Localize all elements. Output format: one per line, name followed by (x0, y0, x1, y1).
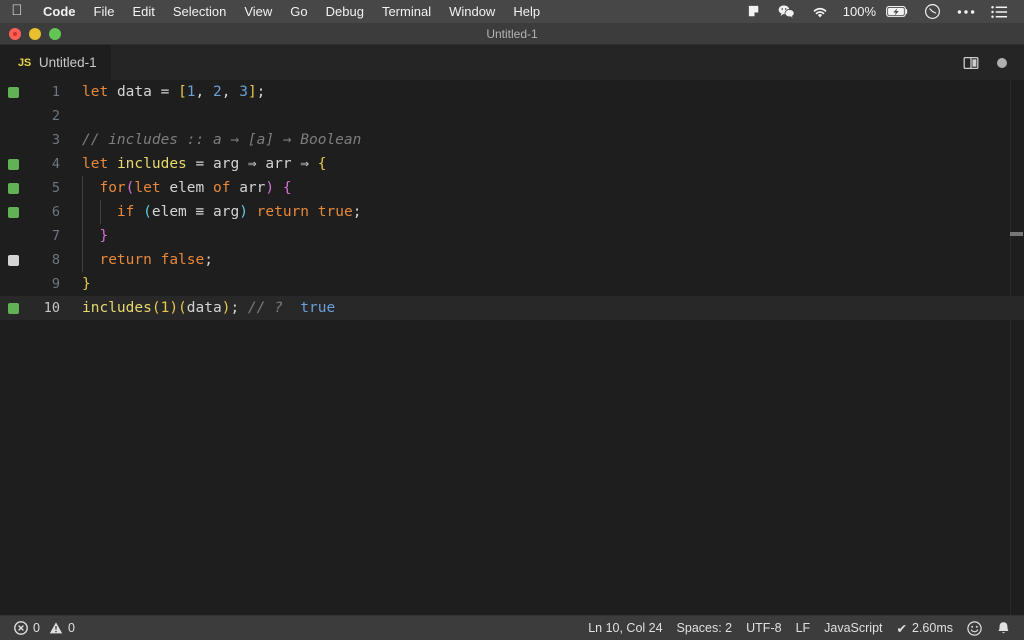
ellipsis-icon[interactable] (949, 0, 983, 23)
list-icon[interactable] (983, 0, 1016, 23)
menu-item-edit[interactable]: Edit (123, 0, 163, 23)
quokka-runtime: 2.60ms (912, 621, 953, 635)
menu-item-selection[interactable]: Selection (164, 0, 235, 23)
line-number-6: 6 (51, 204, 60, 220)
code-line-9[interactable]: 9 } (0, 272, 1024, 296)
code-text-10: includes(1)(data); // ? true (82, 300, 336, 316)
code-text-5: for(let elem of arr) { (99, 180, 292, 196)
line-number-2: 2 (51, 108, 60, 124)
menu-item-code[interactable]: Code (34, 0, 85, 23)
code-text-8: return false; (99, 252, 213, 268)
quokka-status[interactable]: ✔ 2.60ms (890, 616, 960, 640)
breakpoint-marker-on (7, 158, 19, 170)
code-line-2[interactable]: 2 (0, 104, 1024, 128)
status-bar: 0 0 Ln 10, Col 24 Spaces: 2 UTF-8 LF Jav… (0, 615, 1024, 640)
apple-icon[interactable]:  (0, 3, 34, 20)
error-circle-icon (14, 621, 28, 635)
code-text-7: } (99, 228, 109, 244)
breakpoint-gutter-1[interactable] (0, 86, 26, 98)
warning-triangle-icon (49, 621, 63, 635)
code-text-4: let includes = arg ⇒ arr ⇒ { (82, 156, 327, 172)
status-bar-left: 0 0 (0, 616, 82, 640)
window-title-bar: Untitled-1 (0, 23, 1024, 45)
line-number-7: 7 (51, 228, 60, 244)
battery-charging-icon[interactable] (878, 0, 916, 23)
zoom-button[interactable] (49, 27, 61, 40)
clock-icon[interactable] (916, 0, 949, 23)
breakpoint-marker-on (7, 302, 19, 314)
line-number-9: 9 (51, 276, 60, 292)
traffic-lights (0, 27, 61, 40)
split-editor-icon[interactable] (963, 55, 979, 71)
breakpoint-marker-on (7, 182, 19, 194)
eol-setting[interactable]: LF (789, 616, 818, 640)
error-count: 0 (33, 621, 40, 635)
javascript-file-icon: JS (18, 56, 31, 69)
battery-percentage: 100% (842, 4, 876, 19)
line-number-1: 1 (51, 84, 60, 100)
breakpoint-gutter-6[interactable] (0, 206, 26, 218)
code-line-6[interactable]: 6 if (elem ≡ arg) return true; (0, 200, 1024, 224)
status-bar-right: Ln 10, Col 24 Spaces: 2 UTF-8 LF JavaScr… (581, 616, 1024, 640)
tabbar-empty-area (111, 45, 963, 80)
line-number-3: 3 (51, 132, 60, 148)
code-line-1[interactable]: 1 let data = [1, 2, 3]; (0, 80, 1024, 104)
minimize-button[interactable] (29, 27, 41, 40)
line-number-4: 4 (51, 156, 60, 172)
code-line-5[interactable]: 5 for(let elem of arr) { (0, 176, 1024, 200)
code-editor[interactable]: 1 let data = [1, 2, 3]; 2 3 // includes … (0, 80, 1024, 615)
line-number-5: 5 (51, 180, 60, 196)
menu-item-terminal[interactable]: Terminal (373, 0, 440, 23)
bell-icon[interactable] (989, 616, 1018, 640)
editor-scrollbar[interactable] (1010, 80, 1024, 615)
macos-menu-bar:  Code File Edit Selection View Go Debug… (0, 0, 1024, 23)
menu-item-help[interactable]: Help (504, 0, 549, 23)
code-line-10[interactable]: 10 includes(1)(data); // ? true (0, 296, 1024, 320)
tab-label: Untitled-1 (38, 55, 97, 70)
code-line-4[interactable]: 4 let includes = arg ⇒ arr ⇒ { (0, 152, 1024, 176)
breakpoint-marker-on (7, 86, 19, 98)
menu-item-go[interactable]: Go (281, 0, 316, 23)
code-text-6: if (elem ≡ arg) return true; (116, 204, 362, 220)
wifi-icon[interactable] (803, 0, 837, 23)
code-line-3[interactable]: 3 // includes :: a → [a] → Boolean (0, 128, 1024, 152)
code-text-1: let data = [1, 2, 3]; (82, 84, 266, 100)
indentation-setting[interactable]: Spaces: 2 (670, 616, 740, 640)
close-button[interactable] (9, 27, 21, 40)
menubar-tray: 100% (739, 0, 1016, 23)
editor-tab-bar: JS Untitled-1 (0, 45, 1024, 80)
code-line-7[interactable]: 7 } (0, 224, 1024, 248)
wechat-icon[interactable] (770, 0, 803, 23)
menu-item-file[interactable]: File (85, 0, 124, 23)
tab-untitled-1[interactable]: JS Untitled-1 (0, 45, 112, 80)
breakpoint-marker-on (7, 206, 19, 218)
quokka-check-icon: ✔ (896, 621, 907, 636)
smiley-icon[interactable] (960, 616, 989, 640)
window-title: Untitled-1 (486, 26, 538, 41)
editor-actions (963, 45, 1024, 80)
scrollbar-thumb[interactable] (1010, 232, 1023, 236)
vscode-window: Untitled-1 JS Untitled-1 1 let data = [1… (0, 23, 1024, 640)
code-text-9: } (82, 276, 91, 292)
code-lines[interactable]: 1 let data = [1, 2, 3]; 2 3 // includes … (0, 80, 1024, 615)
warning-count: 0 (67, 621, 75, 635)
breakpoint-gutter-10[interactable] (0, 302, 26, 314)
flag-icon[interactable] (739, 0, 770, 23)
breakpoint-marker-off (7, 254, 19, 266)
menu-item-window[interactable]: Window (440, 0, 504, 23)
breakpoint-gutter-4[interactable] (0, 158, 26, 170)
encoding-setting[interactable]: UTF-8 (739, 616, 788, 640)
code-text-3: // includes :: a → [a] → Boolean (82, 132, 362, 148)
language-mode[interactable]: JavaScript (817, 616, 889, 640)
line-number-10: 10 (43, 300, 60, 316)
unsaved-dot-icon[interactable] (997, 57, 1007, 68)
breakpoint-gutter-5[interactable] (0, 182, 26, 194)
menu-item-view[interactable]: View (235, 0, 281, 23)
breakpoint-gutter-8[interactable] (0, 254, 26, 266)
menu-item-debug[interactable]: Debug (317, 0, 373, 23)
line-number-8: 8 (51, 252, 60, 268)
problems-status[interactable]: 0 0 (7, 616, 82, 640)
code-line-8[interactable]: 8 return false; (0, 248, 1024, 272)
cursor-position[interactable]: Ln 10, Col 24 (581, 616, 669, 640)
